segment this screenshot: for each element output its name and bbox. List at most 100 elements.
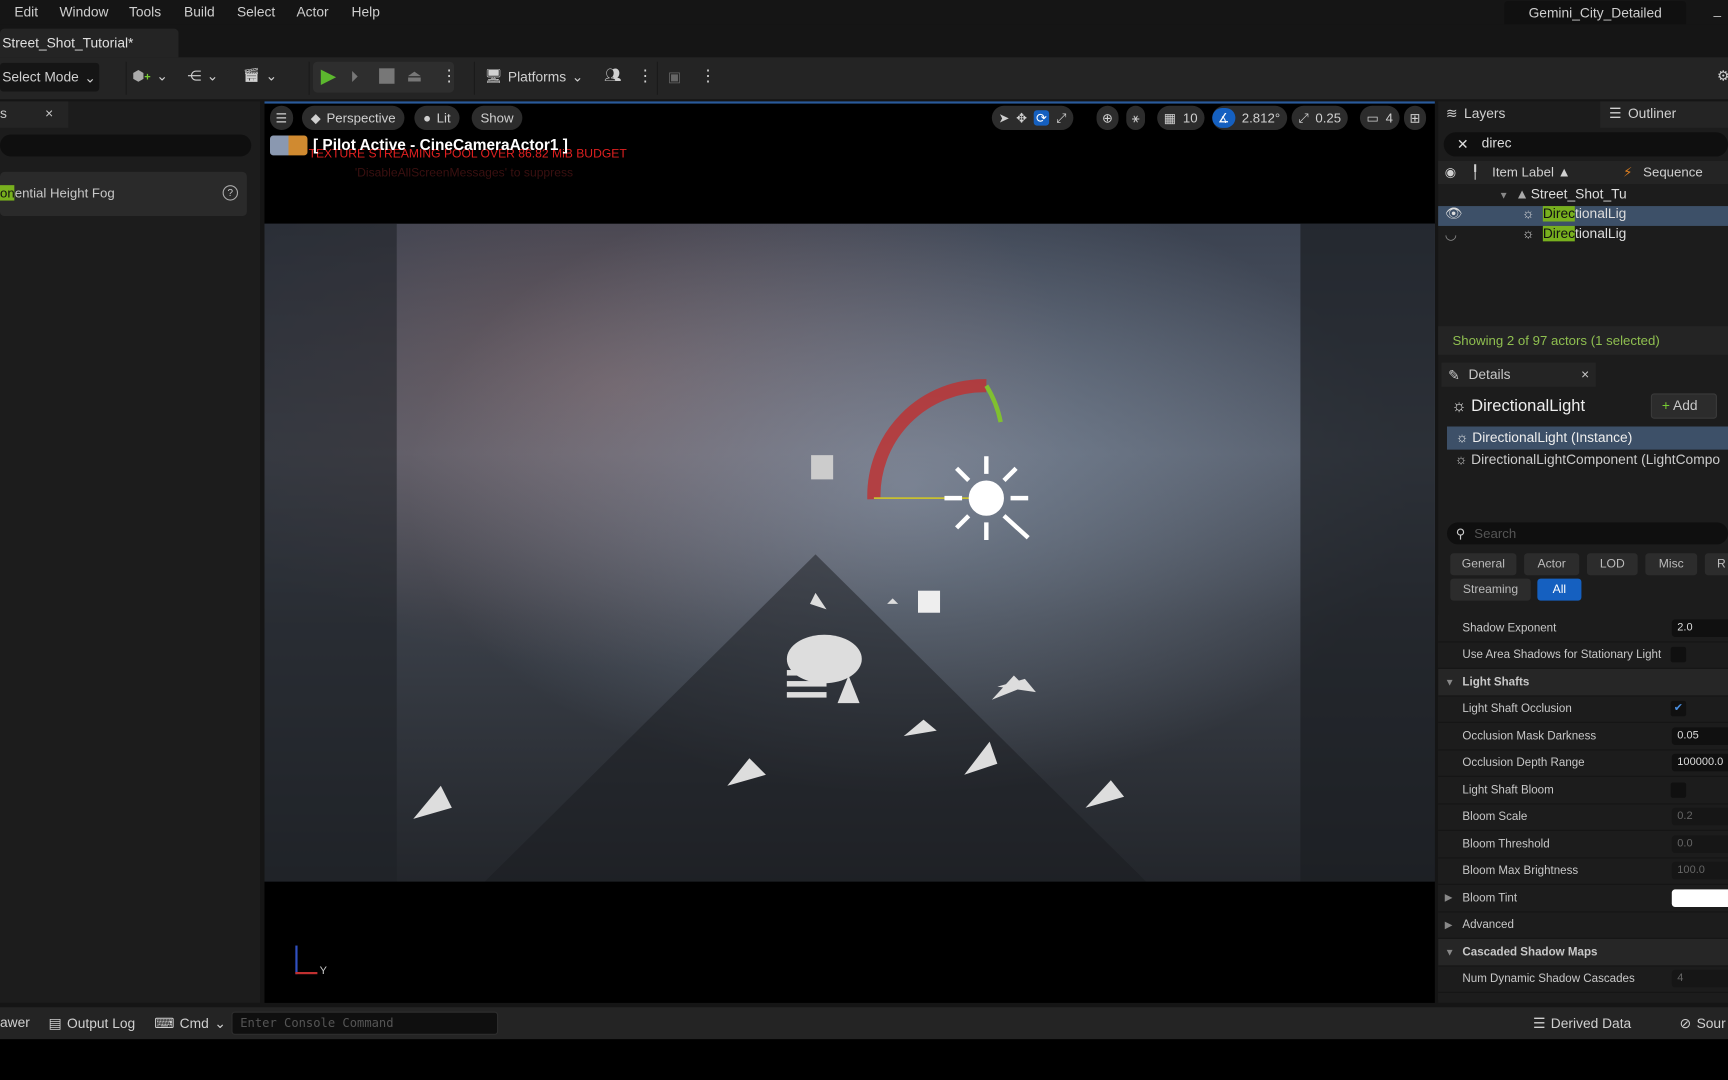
visibility-eye-icon[interactable]: ◉: [1445, 164, 1457, 179]
menu-help[interactable]: Help: [352, 4, 380, 19]
viewport-menu-button[interactable]: ☰: [269, 105, 293, 131]
outliner-row-folder[interactable]: ▼ ▲ Street_Shot_Tu: [1438, 186, 1728, 206]
property-row[interactable]: ▶ Bloom Tint: [1438, 885, 1728, 912]
scale-icon[interactable]: ⤢: [1056, 110, 1067, 127]
source-control-icon[interactable]: ▣: [668, 68, 681, 84]
rotation-snap-value[interactable]: 2.812°: [1242, 110, 1280, 125]
hidden-eye-icon[interactable]: ◡: [1445, 226, 1457, 242]
column-item-label[interactable]: Item Label ▲: [1492, 164, 1571, 179]
expand-arrow-icon[interactable]: ▼: [1499, 190, 1509, 201]
property-value-input[interactable]: 2.0: [1671, 619, 1728, 637]
property-checkbox[interactable]: [1670, 647, 1687, 663]
property-value-input[interactable]: 0.0: [1671, 835, 1728, 853]
menu-build[interactable]: Build: [184, 4, 215, 19]
column-sequence[interactable]: Sequence: [1643, 164, 1703, 179]
select-arrow-icon[interactable]: ➤: [998, 110, 1009, 125]
menu-edit[interactable]: Edit: [14, 4, 38, 19]
scene-render[interactable]: [264, 223, 1435, 882]
add-component-button[interactable]: + Add: [1650, 393, 1717, 419]
rotation-snap-toggle[interactable]: ∡ 2.812°: [1212, 105, 1287, 131]
world-local-icon[interactable]: ⊕: [1096, 105, 1119, 131]
grid-snap-value[interactable]: 10: [1183, 110, 1198, 125]
filter-all[interactable]: All: [1537, 578, 1582, 601]
details-search-input[interactable]: ⚲ Search: [1446, 522, 1728, 545]
visibility-eye-icon[interactable]: 👁︎: [1445, 206, 1462, 223]
property-category[interactable]: ▼ Cascaded Shadow Maps: [1438, 938, 1728, 966]
multi-user-icon[interactable]: 👥︎: [604, 67, 621, 84]
property-checkbox[interactable]: [1670, 782, 1687, 798]
play-icon[interactable]: ▶: [321, 65, 336, 88]
surface-snap-icon[interactable]: ⚹: [1126, 105, 1146, 131]
property-value-input[interactable]: 4: [1671, 970, 1728, 988]
output-log-button[interactable]: ▤ Output Log: [48, 1015, 135, 1032]
stop-icon[interactable]: [379, 68, 395, 84]
source-control-button[interactable]: ⊘ Sour: [1680, 1015, 1726, 1032]
show-button[interactable]: Show: [471, 105, 523, 131]
component-item[interactable]: ☼ DirectionalLightComponent (LightCompo: [1455, 452, 1720, 467]
derived-data-button[interactable]: ☰ Derived Data: [1533, 1015, 1631, 1032]
left-panel-tab[interactable]: s ×: [0, 101, 69, 128]
add-actor-button[interactable]: ⬢+ ⌄: [132, 67, 168, 83]
more-options-icon[interactable]: ⋮: [637, 66, 654, 86]
filter-streaming[interactable]: Streaming: [1450, 578, 1531, 601]
expand-arrow-icon[interactable]: ▼: [1445, 676, 1455, 687]
tab-layers[interactable]: ≋ Layers: [1446, 105, 1506, 121]
rotate-icon[interactable]: ⟳: [1033, 110, 1050, 126]
pin-icon[interactable]: ╿: [1471, 164, 1479, 179]
content-drawer-button[interactable]: awer: [0, 1015, 30, 1030]
property-value-input[interactable]: 100000.0: [1671, 754, 1728, 772]
minimize-button[interactable]: _: [1714, 2, 1721, 17]
console-command-input[interactable]: Enter Console Command: [231, 1011, 499, 1035]
layout-icon[interactable]: ⊞: [1403, 105, 1427, 131]
property-value-input[interactable]: 0.2: [1671, 808, 1728, 826]
more-options-icon[interactable]: ⋮: [441, 66, 458, 86]
more-options-icon[interactable]: ⋮: [700, 66, 717, 86]
filter-lod[interactable]: LOD: [1586, 553, 1638, 576]
collapse-arrow-icon[interactable]: ▶: [1445, 892, 1453, 904]
perspective-button[interactable]: ◆ Perspective: [301, 105, 405, 131]
filter-general[interactable]: General: [1450, 553, 1517, 576]
menu-window[interactable]: Window: [60, 4, 109, 19]
close-icon[interactable]: ×: [1581, 367, 1589, 382]
color-swatch[interactable]: [1671, 889, 1728, 907]
tab-details[interactable]: ✎ Details ×: [1441, 362, 1596, 387]
cinematics-button[interactable]: 🎬︎ ⌄: [242, 67, 277, 84]
eject-icon[interactable]: ⏏: [407, 66, 423, 86]
filter-misc[interactable]: Misc: [1645, 553, 1698, 576]
cmd-dropdown[interactable]: ⌨ Cmd ⌄: [154, 1015, 226, 1032]
menu-select[interactable]: Select: [237, 4, 275, 19]
scale-snap-toggle[interactable]: ⤢ 0.25: [1291, 105, 1348, 131]
filter-rendering[interactable]: R: [1704, 553, 1728, 576]
lit-button[interactable]: ● Lit: [414, 105, 460, 131]
property-value-input[interactable]: 100.0: [1671, 862, 1728, 880]
grid-snap-toggle[interactable]: ▦ 10: [1157, 105, 1205, 131]
close-icon[interactable]: ×: [45, 106, 53, 121]
list-item-exponential-height-fog[interactable]: onential Height Fog?: [0, 171, 247, 216]
menu-tools[interactable]: Tools: [129, 4, 161, 19]
scale-snap-value[interactable]: 0.25: [1315, 110, 1341, 125]
document-tab[interactable]: Street_Shot_Tutorial*: [0, 28, 179, 58]
component-instance[interactable]: ☼ DirectionalLight (Instance): [1446, 426, 1728, 450]
filter-actor[interactable]: Actor: [1524, 553, 1580, 576]
settings-gear-icon[interactable]: ⚙: [1717, 67, 1728, 83]
outliner-row[interactable]: ◡ ☼ DirectionalLig: [1438, 225, 1728, 246]
property-checkbox[interactable]: ✔: [1670, 701, 1687, 717]
platforms-button[interactable]: 🖥︎ Platforms ⌄: [485, 68, 583, 85]
menu-actor[interactable]: Actor: [296, 4, 328, 19]
tab-outliner[interactable]: ☰ Outliner: [1609, 105, 1676, 121]
select-mode-dropdown[interactable]: Select Mode ⌄: [0, 62, 100, 92]
pilot-eject-icon[interactable]: [269, 135, 308, 156]
blueprint-button[interactable]: ⋲ ⌄: [187, 67, 218, 83]
move-icon[interactable]: ✥: [1016, 110, 1027, 125]
help-icon[interactable]: ?: [222, 185, 239, 201]
left-panel-search-input[interactable]: [0, 134, 252, 157]
clear-search-icon[interactable]: ✕: [1457, 136, 1469, 154]
camera-speed-button[interactable]: ▭ 4: [1359, 105, 1400, 131]
collapse-arrow-icon[interactable]: ▶: [1445, 919, 1453, 931]
expand-arrow-icon[interactable]: ▼: [1445, 946, 1455, 957]
property-category[interactable]: ▼ Light Shafts: [1438, 668, 1728, 696]
outliner-search-input[interactable]: ✕ direc: [1443, 132, 1728, 157]
property-row[interactable]: ▶ Advanced: [1438, 912, 1728, 939]
property-value-input[interactable]: 0.05: [1671, 727, 1728, 745]
step-icon[interactable]: ⏵: [350, 67, 358, 86]
